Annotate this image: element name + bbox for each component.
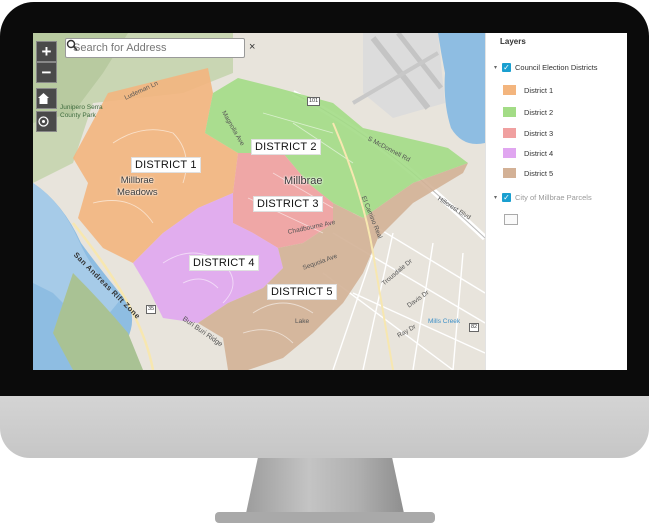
legend-item-district-3: District 3 [503, 127, 553, 139]
map-view[interactable]: DISTRICT 1 DISTRICT 2 DISTRICT 3 DISTRIC… [33, 33, 485, 370]
legend-label: District 5 [524, 168, 554, 178]
layer-group-parcels[interactable]: ▾ ✓ City of Millbrae Parcels [494, 191, 592, 203]
legend-item-district-2: District 2 [503, 106, 553, 118]
legend-swatch-parcels [504, 214, 518, 225]
shield-35: 35 [146, 305, 157, 314]
legend-swatch-district-1 [503, 85, 516, 95]
district-5-label: DISTRICT 5 [267, 284, 337, 300]
shield-101: 101 [307, 97, 321, 106]
district-3-label: DISTRICT 3 [253, 196, 323, 212]
search-input[interactable] [73, 40, 218, 56]
legend-swatch-district-5 [503, 168, 516, 178]
checkbox-council-districts[interactable]: ✓ [502, 62, 511, 72]
legend-swatch-district-4 [503, 148, 516, 158]
home-icon [38, 93, 49, 104]
close-icon[interactable]: × [249, 41, 255, 53]
locate-icon [38, 116, 49, 127]
chevron-down-icon[interactable]: ▾ [494, 194, 502, 201]
layer-group-label: Council Election Districts [515, 62, 598, 72]
checkbox-parcels[interactable]: ✓ [502, 192, 511, 202]
neighborhood-label-text: Millbrae Meadows [117, 175, 158, 198]
monitor-chin [0, 396, 649, 458]
zoom-in-button[interactable]: + [36, 41, 57, 62]
park-label: Junipero Serra County Park [60, 104, 103, 119]
road-label-lake: Lake [295, 318, 310, 325]
legend-item-district-1: District 1 [503, 84, 553, 96]
panel-title: Layers [500, 37, 526, 46]
neighborhood-label-millbrae-meadows: Millbrae Meadows [117, 175, 158, 199]
legend-label: District 4 [524, 148, 554, 158]
monitor-stand [245, 458, 405, 518]
layer-group-label: City of Millbrae Parcels [515, 192, 592, 202]
district-4-label: DISTRICT 4 [189, 255, 259, 271]
legend-label: District 2 [524, 107, 554, 117]
legend-swatch-district-3 [503, 128, 516, 138]
search-icon[interactable] [66, 39, 78, 51]
legend-label: District 1 [524, 85, 554, 95]
road-label-mills-creek: Mills Creek [428, 318, 461, 325]
district-1-label: DISTRICT 1 [131, 157, 201, 173]
monitor-base [215, 512, 435, 523]
legend-label: District 3 [524, 128, 554, 138]
legend-item-district-5: District 5 [503, 167, 553, 179]
district-2-label: DISTRICT 2 [251, 139, 321, 155]
zoom-out-button[interactable]: − [36, 62, 57, 83]
legend-swatch-district-2 [503, 107, 516, 117]
screen: DISTRICT 1 DISTRICT 2 DISTRICT 3 DISTRIC… [33, 33, 627, 370]
search-box[interactable] [65, 38, 245, 58]
shield-82: 82 [469, 323, 480, 332]
chevron-down-icon[interactable]: ▾ [494, 64, 502, 71]
city-label-millbrae: Millbrae [284, 175, 323, 187]
home-button[interactable] [36, 88, 57, 109]
locate-button[interactable] [36, 111, 57, 132]
layer-list-panel: Layers ▾ ✓ Council Election Districts Di… [485, 33, 627, 370]
legend-item-district-4: District 4 [503, 147, 553, 159]
east-bay-water [438, 33, 485, 144]
layer-group-council-districts[interactable]: ▾ ✓ Council Election Districts [494, 61, 598, 73]
